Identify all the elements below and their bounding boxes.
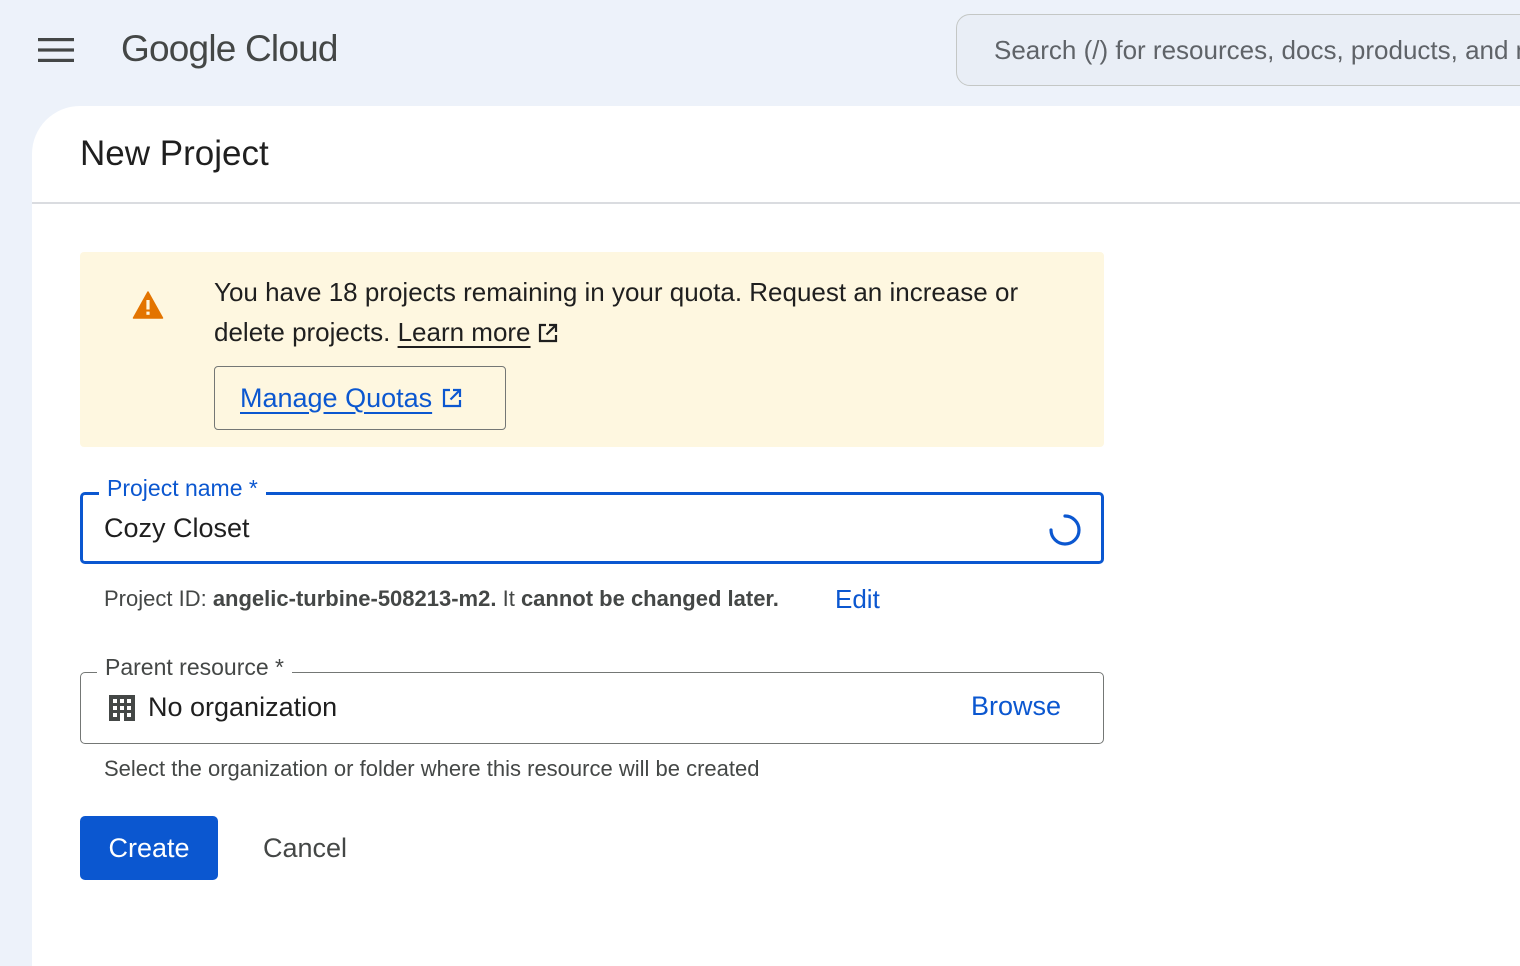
project-id-value: angelic-turbine-508213-m2. bbox=[212, 586, 497, 611]
warning-icon bbox=[132, 291, 164, 319]
manage-quotas-button[interactable]: Manage Quotas bbox=[214, 366, 506, 430]
project-name-label: Project name * bbox=[99, 475, 266, 502]
quota-notice: You have 18 projects remaining in your q… bbox=[80, 252, 1104, 447]
learn-more-link[interactable]: Learn more bbox=[398, 317, 531, 347]
hamburger-menu-icon bbox=[38, 38, 74, 62]
manage-quotas-label: Manage Quotas bbox=[240, 382, 433, 413]
quota-message: You have 18 projects remaining in your q… bbox=[214, 277, 1019, 347]
learn-more-label: Learn more bbox=[397, 317, 531, 347]
parent-resource-label: Parent resource * bbox=[97, 654, 292, 681]
parent-resource-helper: Select the organization or folder where … bbox=[104, 756, 760, 781]
organization-building-icon bbox=[109, 695, 135, 721]
project-name-input[interactable] bbox=[104, 511, 1004, 545]
browse-button[interactable]: Browse bbox=[971, 691, 1061, 722]
header-divider bbox=[32, 202, 1520, 204]
external-link-icon bbox=[538, 323, 557, 343]
google-cloud-logo[interactable]: Google Cloud bbox=[121, 28, 338, 70]
project-id-helper: Project ID: angelic-turbine-508213-m2. I… bbox=[104, 586, 779, 612]
loading-spinner-icon bbox=[1049, 514, 1081, 546]
cancel-button[interactable]: Cancel bbox=[240, 816, 370, 880]
edit-project-id-button[interactable]: Edit bbox=[835, 584, 880, 615]
project-id-middle: It bbox=[496, 586, 521, 611]
project-name-field[interactable]: Project name * bbox=[80, 475, 1104, 564]
project-id-prefix: Project ID: bbox=[104, 586, 213, 611]
search-input[interactable] bbox=[994, 34, 1520, 66]
main-menu-button[interactable] bbox=[30, 30, 82, 70]
parent-resource-field[interactable]: Parent resource * No organization Browse bbox=[80, 654, 1104, 744]
parent-resource-value: No organization bbox=[148, 692, 338, 722]
external-link-icon bbox=[443, 388, 462, 408]
page-title: New Project bbox=[80, 134, 269, 173]
top-bar: Google Cloud bbox=[0, 0, 1520, 104]
project-id-suffix: cannot be changed later. bbox=[520, 586, 779, 611]
search-bar[interactable] bbox=[956, 14, 1520, 86]
quota-notice-text: You have 18 projects remaining in your q… bbox=[214, 272, 1074, 352]
main-panel: New Project You have 18 projects remaini… bbox=[32, 106, 1520, 966]
create-button[interactable]: Create bbox=[80, 816, 218, 880]
